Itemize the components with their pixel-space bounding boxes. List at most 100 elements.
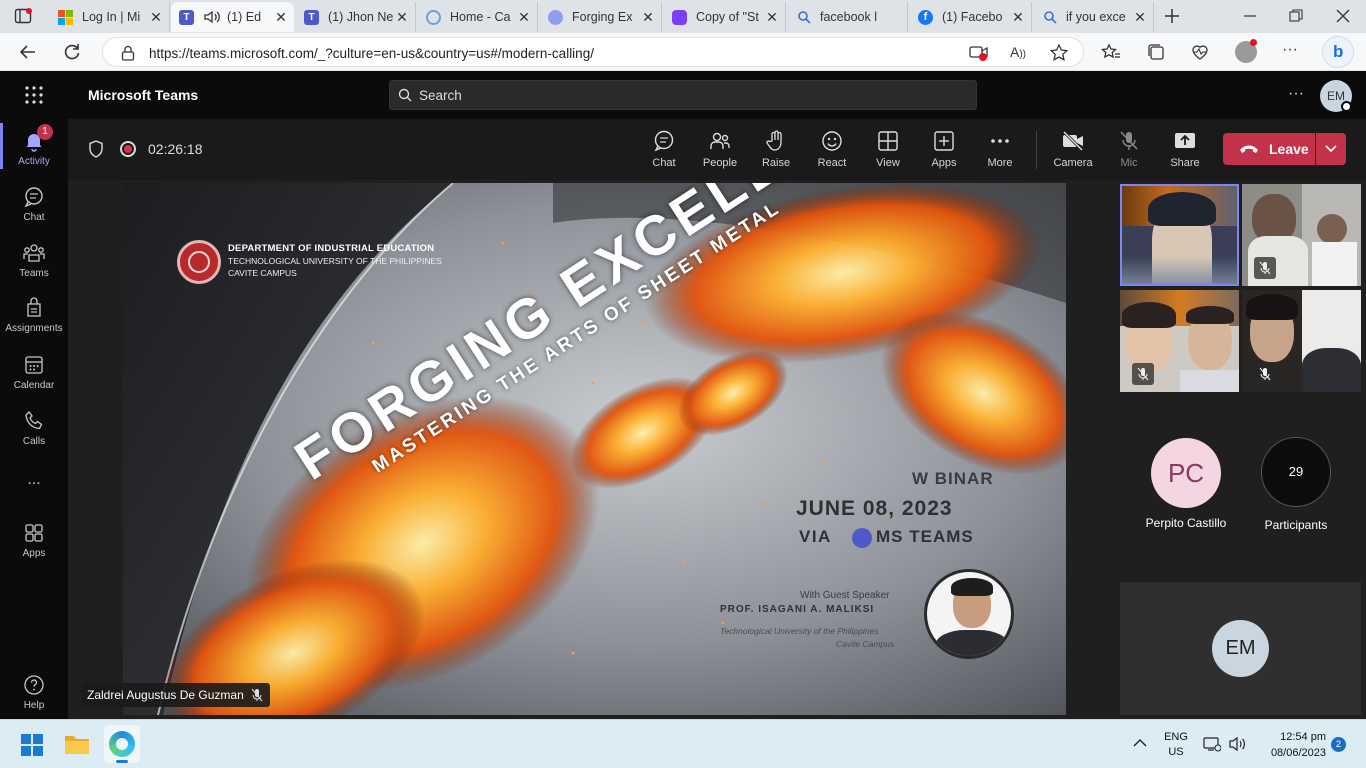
language-indicator[interactable]: ENG US	[1163, 730, 1189, 760]
edge-taskbar-button[interactable]	[104, 725, 140, 763]
slide-speaker-campus: Cavite Campus	[836, 639, 895, 649]
rail-item-calls[interactable]: Calls	[0, 409, 68, 447]
tab-close-icon[interactable]: ✕	[1131, 9, 1149, 26]
camera-button[interactable]: Camera	[1045, 129, 1101, 169]
browser-tab-forging[interactable]: Forging Ex ✕	[540, 2, 662, 32]
file-explorer-icon[interactable]	[64, 733, 90, 755]
tab-title: if you exce	[1066, 10, 1126, 24]
participant-count-button[interactable]: 29	[1261, 437, 1331, 507]
minimize-icon[interactable]	[1243, 9, 1257, 23]
forms-logo-icon	[672, 9, 687, 25]
favorites-icon[interactable]	[1101, 42, 1121, 62]
video-tile-participant-4[interactable]	[1242, 290, 1361, 392]
network-icon[interactable]	[1203, 736, 1221, 752]
participant-count-label: Participants	[1264, 518, 1328, 532]
refresh-icon[interactable]	[62, 42, 82, 62]
status-away-icon	[1341, 101, 1352, 112]
app-launcher-icon[interactable]	[24, 85, 44, 105]
tab-title: Home - Ca	[450, 10, 511, 24]
collections-icon[interactable]	[1146, 42, 1166, 62]
browser-tab-teams-2[interactable]: T (1) Jhon Ne ✕	[296, 2, 416, 32]
favorite-star-icon[interactable]	[1049, 43, 1069, 63]
leave-button[interactable]: Leave	[1223, 133, 1315, 165]
shield-icon[interactable]	[88, 140, 104, 158]
rail-item-activity[interactable]: 1 Activity	[0, 124, 68, 167]
edge-browser-icon	[109, 731, 135, 757]
slide-via: VIA	[799, 527, 832, 546]
tab-close-icon[interactable]: ✕	[763, 9, 781, 26]
assignments-icon	[22, 296, 46, 320]
volume-icon[interactable]	[1228, 736, 1246, 752]
rail-item-teams[interactable]: Teams	[0, 241, 68, 279]
tab-close-icon[interactable]: ✕	[272, 9, 290, 26]
tab-close-icon[interactable]: ✕	[393, 9, 411, 26]
settings-more-icon[interactable]: ···	[1282, 41, 1298, 59]
tab-close-icon[interactable]: ✕	[1009, 9, 1027, 26]
user-avatar[interactable]: EM	[1320, 80, 1352, 112]
people-button[interactable]: People	[692, 129, 748, 169]
rail-item-apps[interactable]: Apps	[0, 521, 68, 559]
read-aloud-icon[interactable]: A))	[1010, 44, 1026, 60]
camera-blocked-icon[interactable]	[969, 44, 989, 62]
mic-muted-icon	[1132, 363, 1154, 385]
chevron-up-icon[interactable]	[1133, 738, 1147, 748]
language-code: ENG	[1164, 731, 1188, 743]
slide-date: JUNE 08, 2023	[796, 497, 953, 520]
more-actions-button[interactable]: More	[972, 129, 1028, 169]
browser-tab-home[interactable]: Home - Ca ✕	[418, 2, 538, 32]
browser-tab-search[interactable]: if you exce ✕	[1034, 2, 1154, 32]
url-text[interactable]: https://teams.microsoft.com/_?culture=en…	[149, 46, 594, 61]
close-window-icon[interactable]	[1335, 8, 1351, 24]
view-button[interactable]: View	[860, 129, 916, 169]
tab-close-icon[interactable]: ✕	[147, 9, 165, 26]
performance-heart-icon[interactable]	[1190, 42, 1210, 62]
video-tile-participant-2[interactable]	[1242, 184, 1361, 286]
participant-avatar[interactable]: PC	[1151, 438, 1221, 508]
tab-actions-icon[interactable]	[14, 8, 32, 24]
rail-item-assignments[interactable]: Assignments	[0, 296, 68, 334]
search-input[interactable]: Search	[389, 80, 977, 110]
lock-icon[interactable]	[121, 45, 135, 61]
clock-date: 08/06/2023	[1270, 747, 1326, 759]
raise-hand-button[interactable]: Raise	[748, 129, 804, 169]
rail-item-chat[interactable]: Chat	[0, 185, 68, 223]
slide-department: DEPARTMENT OF INDUSTRIAL EDUCATION	[228, 243, 435, 254]
clock-time: 12:54 pm	[1280, 731, 1326, 743]
tab-close-icon[interactable]: ✕	[515, 9, 533, 26]
browser-tab-facebook-search[interactable]: facebook l	[788, 2, 908, 32]
system-clock[interactable]: 12:54 pm 08/06/2023	[1258, 729, 1326, 761]
windows-start-icon[interactable]	[21, 734, 43, 756]
browser-tab-teams-active[interactable]: T (1) Ed ✕	[171, 2, 294, 32]
video-tile-participant-3[interactable]	[1120, 290, 1239, 392]
rail-item-help[interactable]: Help	[0, 673, 68, 711]
rail-item-more[interactable]: ...	[0, 471, 68, 489]
notification-badge[interactable]: 2	[1331, 737, 1346, 752]
button-label: React	[817, 157, 847, 169]
apps-button[interactable]: Apps	[916, 129, 972, 169]
browser-tab-login[interactable]: Log In | Mi ✕	[50, 2, 170, 32]
restore-icon[interactable]	[1289, 9, 1303, 23]
rail-item-calendar[interactable]: Calendar	[0, 353, 68, 391]
bing-chat-icon[interactable]: b	[1322, 36, 1354, 68]
chat-button[interactable]: Chat	[636, 129, 692, 169]
settings-more-icon[interactable]: ···	[1288, 85, 1304, 103]
more-apps-ellipsis: ...	[27, 471, 41, 488]
presenter-name-tag: Zaldrei Augustus De Guzman	[81, 683, 270, 707]
video-tile-active-speaker[interactable]	[1120, 184, 1239, 286]
browser-tab-copy[interactable]: Copy of "St ✕	[664, 2, 786, 32]
tab-close-icon[interactable]: ✕	[639, 9, 657, 26]
mic-button[interactable]: Mic	[1101, 129, 1157, 169]
speaker-audio-icon[interactable]	[203, 10, 221, 24]
self-view-tile[interactable]: EM	[1120, 582, 1361, 715]
notification-count: 2	[1335, 739, 1342, 750]
slide-speaker-org: Technological University of the Philippi…	[720, 626, 879, 636]
react-button[interactable]: React	[804, 129, 860, 169]
back-arrow-icon[interactable]	[18, 42, 38, 62]
leave-options-button[interactable]	[1316, 133, 1346, 165]
toolbar-divider	[1036, 131, 1037, 169]
profile-avatar[interactable]	[1235, 39, 1257, 63]
browser-tab-facebook[interactable]: f (1) Facebo ✕	[910, 2, 1032, 32]
new-tab-icon[interactable]	[1162, 6, 1182, 26]
address-bar[interactable]: https://teams.microsoft.com/_?culture=en…	[102, 37, 1084, 67]
share-button[interactable]: Share	[1157, 129, 1213, 169]
